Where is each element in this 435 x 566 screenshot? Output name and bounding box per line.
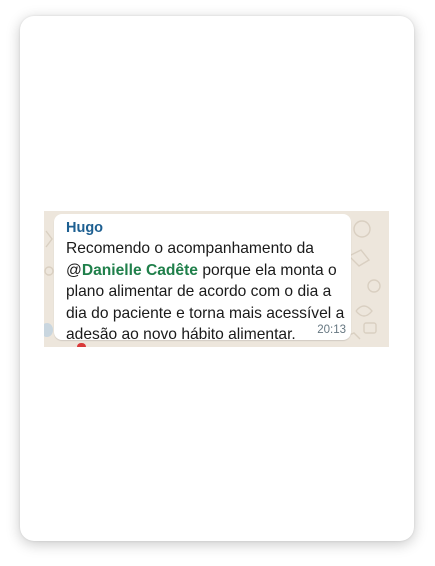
sender-name[interactable]: Hugo bbox=[66, 219, 103, 237]
message-timestamp: 20:13 bbox=[317, 324, 346, 336]
reaction-peek bbox=[77, 343, 86, 347]
chat-area: Hugo Recomendo o acompanhamento da @Dani… bbox=[44, 211, 389, 347]
message-bubble[interactable]: Hugo Recomendo o acompanhamento da @Dani… bbox=[54, 214, 351, 343]
message-text: Recomendo o acompanhamento da @Danielle … bbox=[66, 238, 356, 346]
mention-link[interactable]: Danielle Cadête bbox=[82, 262, 198, 279]
